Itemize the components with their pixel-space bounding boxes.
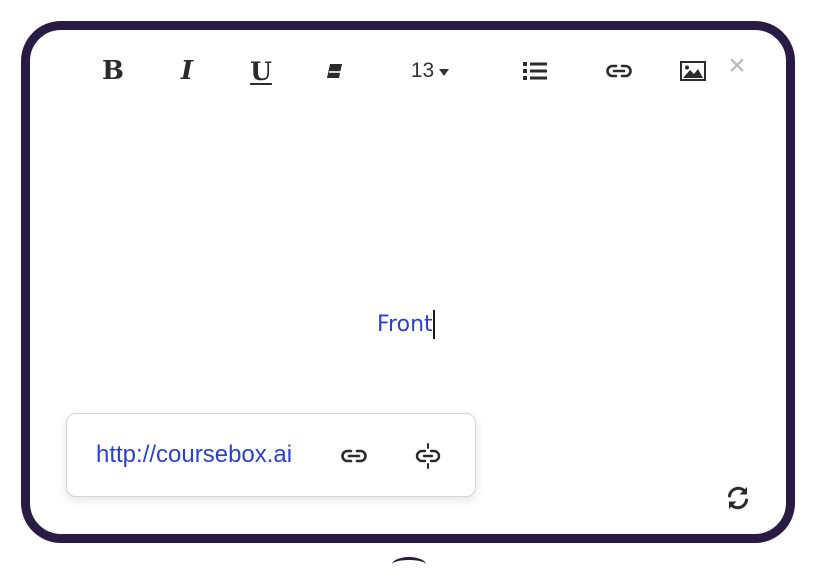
chevron-down-icon bbox=[439, 68, 450, 76]
bold-label: B bbox=[102, 56, 124, 86]
underline-label: U bbox=[250, 56, 272, 86]
link-icon bbox=[606, 64, 632, 78]
image-icon bbox=[680, 61, 706, 81]
font-size-value: 13 bbox=[410, 59, 435, 82]
eraser-icon bbox=[327, 64, 342, 78]
underline-button[interactable]: U bbox=[244, 48, 278, 94]
close-icon: × bbox=[728, 49, 746, 82]
link-icon bbox=[341, 449, 367, 463]
card-text: Front bbox=[377, 311, 433, 337]
remove-link-button[interactable] bbox=[412, 440, 444, 472]
insert-image-button[interactable] bbox=[676, 48, 710, 94]
bold-button[interactable]: B bbox=[96, 48, 130, 94]
link-popup: http://coursebox.ai bbox=[66, 413, 476, 497]
font-size-dropdown[interactable]: 13 bbox=[404, 48, 456, 94]
bulleted-list-icon bbox=[523, 62, 547, 80]
refresh-icon bbox=[728, 486, 748, 510]
refresh-button[interactable] bbox=[722, 482, 754, 514]
edit-link-button[interactable] bbox=[338, 440, 370, 472]
italic-button[interactable]: I bbox=[170, 48, 204, 94]
unlink-icon bbox=[415, 443, 441, 469]
card-text-editor[interactable]: Front bbox=[377, 308, 435, 340]
close-button[interactable]: × bbox=[722, 48, 752, 84]
clear-formatting-button[interactable] bbox=[318, 48, 352, 94]
insert-link-button[interactable] bbox=[602, 48, 636, 94]
card-flip-handle bbox=[392, 557, 426, 572]
italic-label: I bbox=[180, 56, 194, 86]
bulleted-list-button[interactable] bbox=[518, 48, 552, 94]
text-cursor bbox=[432, 309, 435, 339]
link-url[interactable]: http://coursebox.ai bbox=[96, 441, 292, 469]
